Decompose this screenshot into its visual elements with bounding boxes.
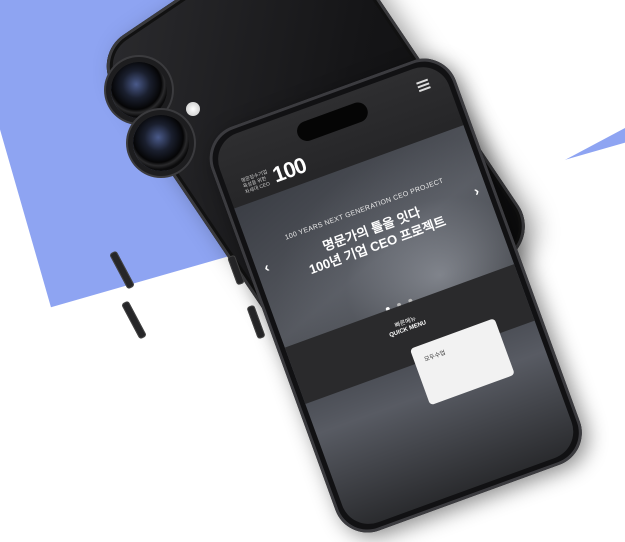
camera-lens-icon [111,62,167,118]
camera-lens-icon [133,115,189,171]
dynamic-island [294,99,371,144]
side-button [121,300,147,340]
quick-menu-item-label: 모두수업 [423,350,447,364]
logo-caption: 명문장수기업 육성을 위한 차세대 CEO [240,169,271,196]
flash-icon [186,102,200,116]
menu-icon[interactable] [416,78,431,93]
